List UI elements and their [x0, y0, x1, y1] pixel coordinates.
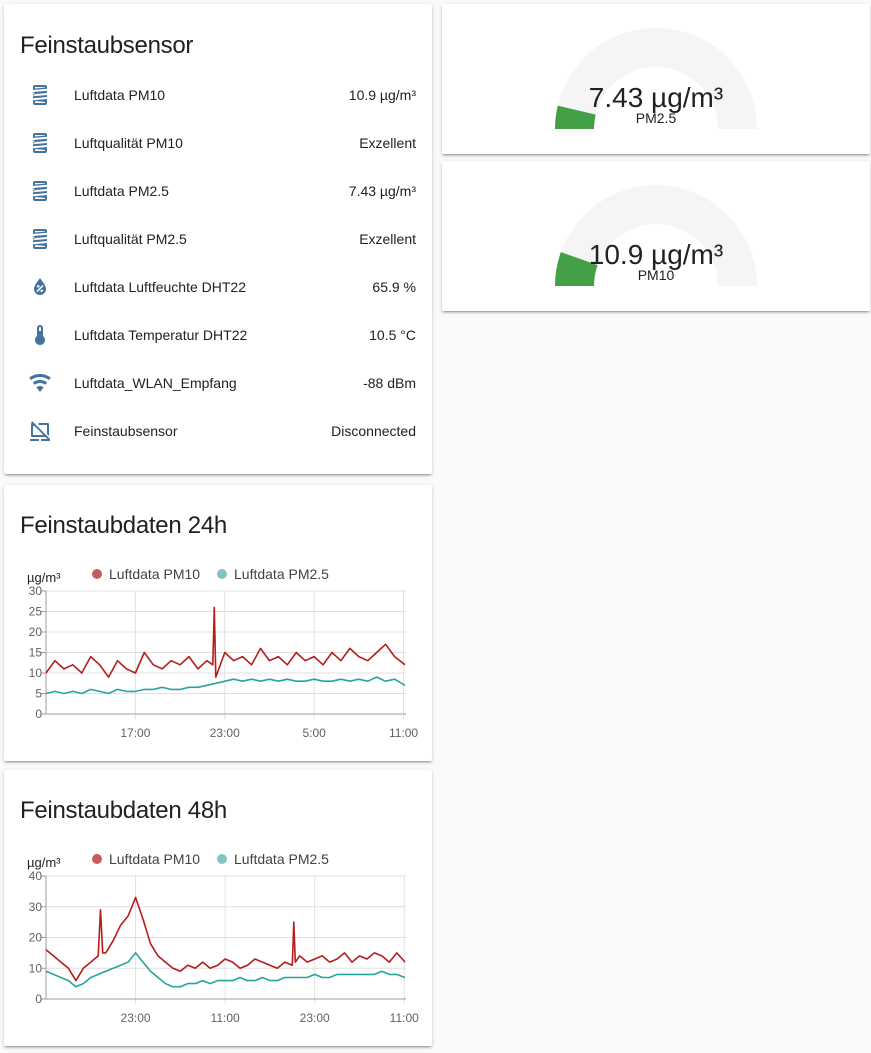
series-line-pm25[interactable] — [45, 676, 406, 695]
entity-row[interactable]: Luftdata_WLAN_Empfang -88 dBm — [20, 363, 416, 403]
y-tick-label: 15 — [29, 646, 43, 660]
y-tick-label: 25 — [29, 605, 43, 619]
y-axis-label: µg/m³ — [27, 570, 61, 585]
legend-label[interactable]: Luftdata PM10 — [109, 566, 200, 582]
entity-state: -88 dBm — [363, 375, 416, 391]
gauge-name: PM10 — [637, 267, 675, 283]
entity-row[interactable]: Luftqualität PM2.5 Exzellent — [20, 219, 416, 259]
entities-card: Feinstaubsensor Luftdata PM10 10.9 µg/m³ L… — [4, 4, 432, 474]
entity-state: 10.9 µg/m³ — [348, 87, 416, 103]
y-tick-label: 5 — [35, 687, 42, 701]
x-tick-label: 11:00 — [390, 1011, 419, 1025]
air-filter-icon — [20, 123, 60, 163]
legend-label[interactable]: Luftdata PM2.5 — [234, 566, 329, 582]
line-chart-24h[interactable]: µg/m³ Luftdata PM10 Luftdata PM2.5 0 5 10 15 20… — [4, 485, 432, 761]
entity-row[interactable]: Luftdata Temperatur DHT22 10.5 °C — [20, 315, 416, 355]
entity-state: Exzellent — [359, 231, 416, 247]
entity-name: Luftdata_WLAN_Empfang — [74, 375, 237, 391]
y-tick-label: 20 — [29, 931, 43, 945]
entity-state: 65.9 % — [372, 279, 416, 295]
air-filter-icon — [20, 219, 60, 259]
entity-state: 10.5 °C — [369, 327, 416, 343]
y-tick-label: 10 — [29, 961, 43, 975]
entity-state: Disconnected — [331, 423, 416, 439]
entity-row[interactable]: Luftdata Luftfeuchte DHT22 65.9 % — [20, 267, 416, 307]
card-title: Feinstaubsensor — [20, 32, 194, 59]
series-line-pm10[interactable] — [45, 606, 406, 678]
legend: Luftdata PM10 Luftdata PM2.5 — [92, 566, 329, 582]
history-graph-24h: Feinstaubdaten 24h µg/m³ Luftdata PM10 Luf… — [4, 485, 432, 761]
x-tick-label: 23:00 — [210, 726, 240, 740]
y-tick-label: 30 — [29, 584, 43, 598]
y-tick-label: 40 — [29, 869, 43, 883]
y-tick-label: 20 — [29, 625, 43, 639]
entity-name: Luftqualität PM10 — [74, 135, 183, 151]
entity-state: Exzellent — [359, 135, 416, 151]
water-percent-icon — [20, 267, 60, 307]
x-tick-label: 23:00 — [300, 1011, 330, 1025]
legend-marker[interactable] — [92, 854, 102, 864]
entity-name: Luftdata Temperatur DHT22 — [74, 327, 248, 343]
entity-name: Luftdata PM10 — [74, 87, 166, 103]
entity-row[interactable]: Luftdata PM2.5 7.43 µg/m³ — [20, 171, 416, 211]
entity-row[interactable]: Luftqualität PM10 Exzellent — [20, 123, 416, 163]
x-tick-label: 5:00 — [302, 726, 326, 740]
entity-name: Luftdata Luftfeuchte DHT22 — [74, 279, 246, 295]
x-tick-label: 11:00 — [389, 726, 418, 740]
y-tick-label: 0 — [35, 992, 42, 1006]
legend-marker[interactable] — [217, 569, 227, 579]
y-tick-label: 30 — [29, 900, 43, 914]
line-chart-48h[interactable]: µg/m³ Luftdata PM10 Luftdata PM2.5 0 10 20 30 4… — [4, 770, 432, 1046]
entity-name: Feinstaubsensor — [74, 423, 178, 439]
y-tick-label: 10 — [29, 666, 43, 680]
entity-row[interactable]: Luftdata PM10 10.9 µg/m³ — [20, 75, 416, 115]
legend-marker[interactable] — [217, 854, 227, 864]
x-tick-label: 11:00 — [211, 1011, 240, 1025]
air-filter-icon — [20, 171, 60, 211]
lan-disconnect-icon — [20, 411, 60, 451]
gauge-card-pm10[interactable]: 10.9 µg/m³ PM10 — [442, 161, 870, 311]
thermometer-icon — [20, 315, 60, 355]
gauge-card-pm25[interactable]: 7.43 µg/m³ PM2.5 — [442, 4, 870, 154]
legend-label[interactable]: Luftdata PM2.5 — [234, 851, 329, 867]
legend: Luftdata PM10 Luftdata PM2.5 — [92, 851, 329, 867]
legend-marker[interactable] — [92, 569, 102, 579]
entity-state: 7.43 µg/m³ — [348, 183, 416, 199]
entity-row[interactable]: Feinstaubsensor Disconnected — [20, 411, 416, 451]
legend-label[interactable]: Luftdata PM10 — [109, 851, 200, 867]
history-graph-48h: Feinstaubdaten 48h µg/m³ Luftdata PM10 Luf… — [4, 770, 432, 1046]
gauge-name: PM2.5 — [635, 110, 677, 126]
y-tick-label: 0 — [35, 707, 42, 721]
x-tick-label: 23:00 — [121, 1011, 151, 1025]
entity-name: Luftqualität PM2.5 — [74, 231, 187, 247]
entity-name: Luftdata PM2.5 — [74, 183, 169, 199]
y-axis-label: µg/m³ — [27, 855, 61, 870]
wifi-icon — [20, 363, 60, 403]
x-tick-label: 17:00 — [120, 726, 150, 740]
air-filter-icon — [20, 75, 60, 115]
